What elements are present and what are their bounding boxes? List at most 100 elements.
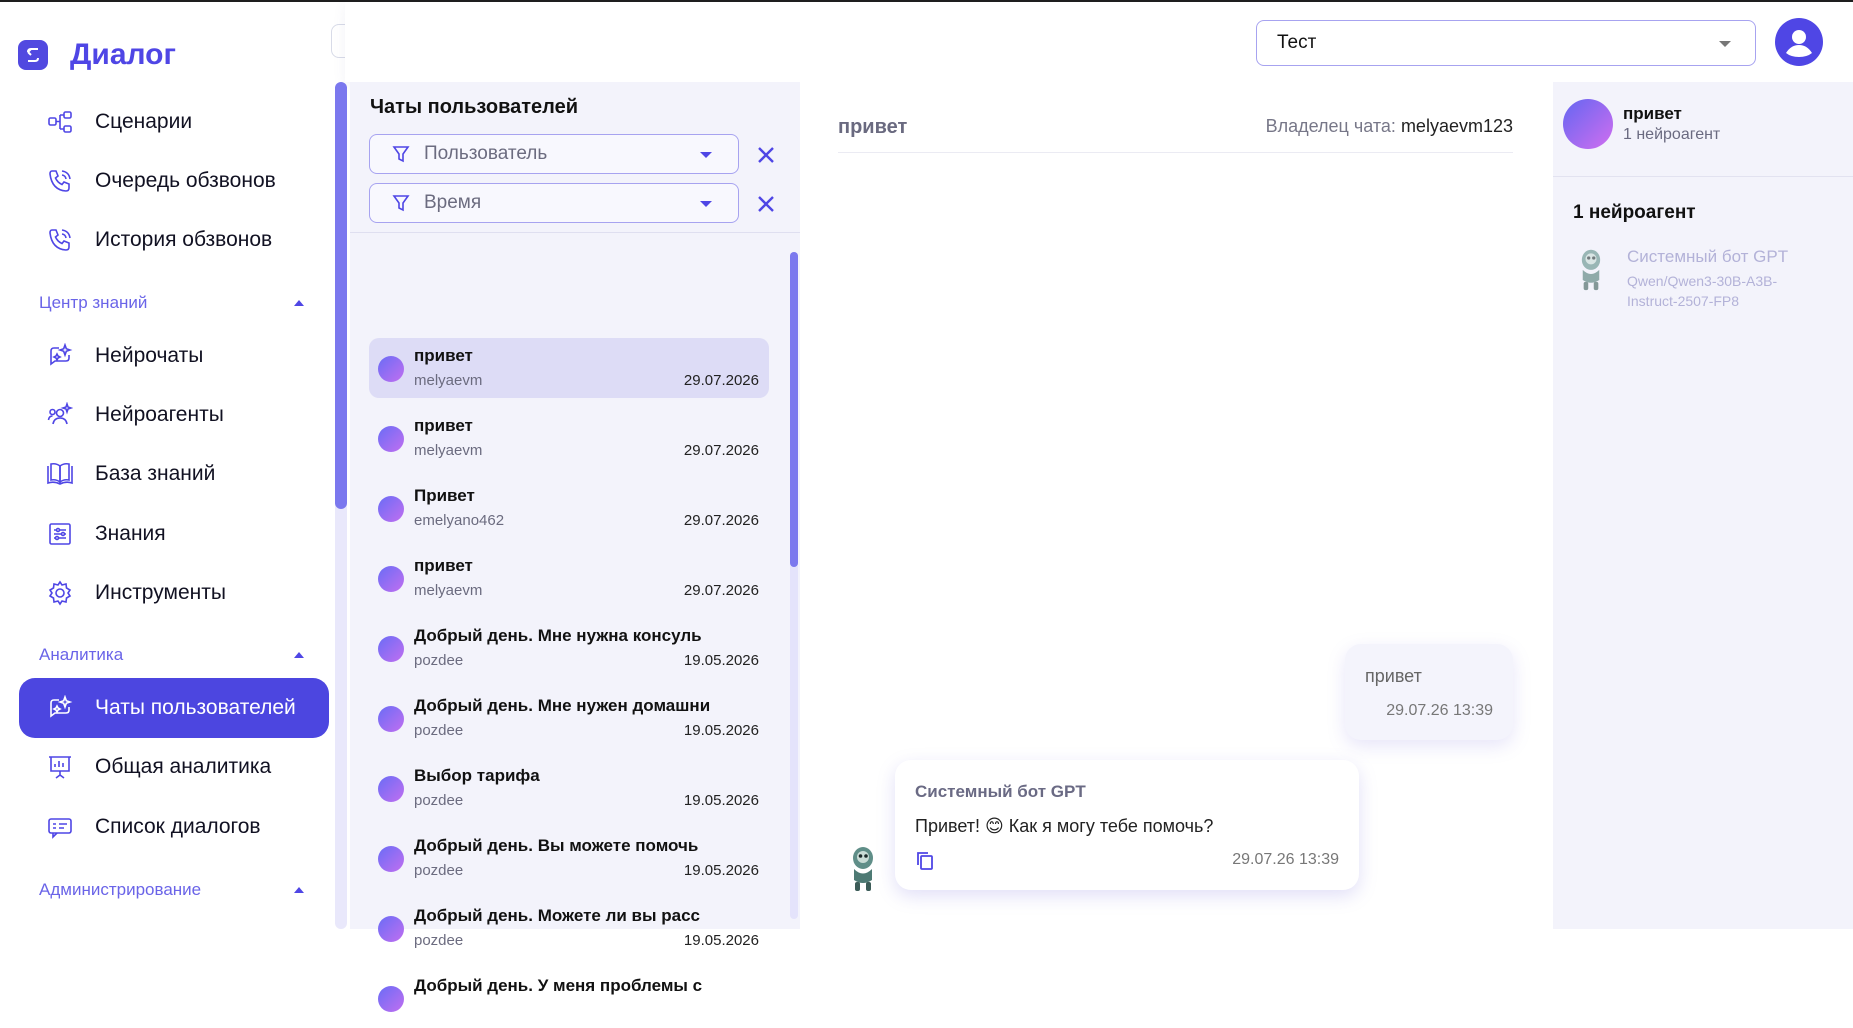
sidebar-item-neuroagents[interactable]: Нейроагенты <box>19 385 329 445</box>
message-text: Привет! 😊 Как я могу тебе помочь? <box>915 816 1214 836</box>
chat-user: pozdee <box>414 932 464 949</box>
chevron-down-icon <box>1719 41 1731 47</box>
chat-list-item[interactable]: Добрый день. Вы можете помочь pozdee 19.… <box>369 828 769 888</box>
chat-date: 29.07.2026 <box>683 442 759 459</box>
scrollbar-thumb[interactable] <box>790 252 798 567</box>
chat-list-item[interactable]: привет melyaevm 29.07.2026 <box>369 408 769 468</box>
chat-date: 19.05.2026 <box>683 722 759 739</box>
chat-title: Добрый день. У меня проблемы с <box>414 976 703 995</box>
user-filter-select[interactable]: Пользователь <box>369 134 739 174</box>
chat-info-title: привет <box>1623 104 1682 123</box>
project-select[interactable]: Тест <box>1256 20 1756 66</box>
message-author: Системный бот GPT <box>915 782 1086 801</box>
chat-user: melyaevm <box>414 372 483 389</box>
caret-up-icon <box>294 652 304 658</box>
chat-user: pozdee <box>414 792 464 809</box>
sidebar-item-label: Знания <box>95 522 166 545</box>
chat-title: Добрый день. Вы можете помочь <box>414 836 699 855</box>
chat-list-item[interactable]: Привет emelyano462 29.07.2026 <box>369 478 769 538</box>
close-icon <box>758 147 774 163</box>
chat-list-item[interactable]: привет melyaevm 29.07.2026 <box>369 338 769 398</box>
message-text: привет <box>1365 666 1422 686</box>
chat-date: 29.07.2026 <box>683 512 759 529</box>
chat-owner: Владелец чата: melyaevm123 <box>1266 116 1513 137</box>
chat-title: привет <box>414 346 473 365</box>
sidebar-item-knowledge-base[interactable]: База знаний <box>19 444 329 504</box>
chat-user: pozdee <box>414 862 464 879</box>
agent-list-item[interactable]: Системный бот GPT Qwen/Qwen3-30B-A3B-Ins… <box>1573 247 1833 317</box>
clear-time-filter-button[interactable] <box>754 192 778 216</box>
user-message: привет 29.07.26 13:39 <box>1345 644 1513 740</box>
chat-date: 19.05.2026 <box>683 862 759 879</box>
app-logo[interactable]: Диалог <box>18 38 176 72</box>
phone-queue-icon <box>45 166 75 196</box>
sidebar-item-tools[interactable]: Инструменты <box>19 563 329 623</box>
caret-up-icon <box>294 300 304 306</box>
section-knowledge-center[interactable]: Центр знаний <box>39 293 304 313</box>
scrollbar-thumb[interactable] <box>335 82 347 509</box>
sidebar-item-label: Очередь обзвонов <box>95 169 276 192</box>
bot-avatar <box>1573 247 1609 291</box>
chat-date: 19.05.2026 <box>683 652 759 669</box>
divider <box>350 232 800 233</box>
chat-user: emelyano462 <box>414 512 505 529</box>
chat-avatar <box>378 706 404 732</box>
chat-avatar <box>378 846 404 872</box>
app-name: Диалог <box>70 38 176 71</box>
neuroagents-icon <box>45 400 75 430</box>
chat-avatar <box>378 496 404 522</box>
chat-avatar <box>378 566 404 592</box>
section-administration[interactable]: Администрирование <box>39 880 304 900</box>
chat-title: Привет <box>414 486 475 505</box>
chat-owner-label: Владелец чата: <box>1265 116 1396 136</box>
chat-date: 29.07.2026 <box>683 372 759 389</box>
sidebar-item-user-chats[interactable]: Чаты пользователей <box>19 678 329 738</box>
user-avatar-button[interactable] <box>1775 18 1823 66</box>
sidebar-item-scenarios[interactable]: Сценарии <box>19 92 329 152</box>
sidebar-item-call-queue[interactable]: Очередь обзвонов <box>19 151 329 211</box>
clear-user-filter-button[interactable] <box>754 143 778 167</box>
sidebar-item-general-analytics[interactable]: Общая аналитика <box>19 737 329 797</box>
chat-avatar <box>378 776 404 802</box>
sidebar-item-dialog-list[interactable]: Список диалогов <box>19 797 329 857</box>
filter-icon <box>392 195 410 212</box>
sidebar-scrollbar[interactable] <box>335 82 347 929</box>
section-title: Центр знаний <box>39 293 148 312</box>
chat-list-scrollbar[interactable] <box>790 252 798 919</box>
sidebar-item-neurochats[interactable]: Нейрочаты <box>19 326 329 386</box>
sidebar-item-label: Список диалогов <box>95 815 261 838</box>
agent-name: Системный бот GPT <box>1627 247 1789 266</box>
chat-title: привет <box>414 556 473 575</box>
user-chats-panel: Чаты пользователей Пользователь Время пр… <box>350 82 800 1012</box>
message-time: 29.07.26 13:39 <box>1232 851 1339 868</box>
chat-owner-value: melyaevm123 <box>1400 116 1513 136</box>
chat-list: привет melyaevm 29.07.2026 привет melyae… <box>350 252 800 929</box>
sidebar-item-label: История обзвонов <box>95 228 273 251</box>
chat-list-item[interactable]: Добрый день. Мне нужен домашни pozdee 19… <box>369 688 769 748</box>
panel-title: Чаты пользователей <box>370 96 578 118</box>
chevron-down-icon <box>700 152 712 158</box>
divider <box>1553 176 1853 177</box>
chat-title: Добрый день. Мне нужен домашни <box>414 696 711 715</box>
section-title: Администрирование <box>39 880 202 899</box>
chat-title: Добрый день. Можете ли вы расс <box>414 906 700 925</box>
chat-view: привет Владелец чата: melyaevm123 привет… <box>800 82 1553 929</box>
project-select-value: Тест <box>1277 32 1317 53</box>
chat-list-item[interactable]: Добрый день. Мне нужна консуль pozdee 19… <box>369 618 769 678</box>
section-title: Аналитика <box>39 645 124 664</box>
copy-icon[interactable] <box>915 850 935 872</box>
chat-list-item[interactable]: Выбор тарифа pozdee 19.05.2026 <box>369 758 769 818</box>
time-filter-select[interactable]: Время <box>369 183 739 223</box>
chat-user: melyaevm <box>414 582 483 599</box>
section-analytics[interactable]: Аналитика <box>39 645 304 665</box>
close-icon <box>758 196 774 212</box>
chat-list-item[interactable]: Добрый день. У меня проблемы с <box>369 968 769 1028</box>
chat-list-item[interactable]: привет melyaevm 29.07.2026 <box>369 548 769 608</box>
filter-icon <box>392 146 410 163</box>
chat-date: 29.07.2026 <box>683 582 759 599</box>
bot-avatar <box>845 844 881 892</box>
sidebar-item-call-history[interactable]: История обзвонов <box>19 210 329 270</box>
chat-list-item[interactable]: Добрый день. Можете ли вы расс pozdee 19… <box>369 898 769 958</box>
filter-placeholder: Пользователь <box>424 143 548 164</box>
sidebar-item-knowledge[interactable]: Знания <box>19 504 329 564</box>
